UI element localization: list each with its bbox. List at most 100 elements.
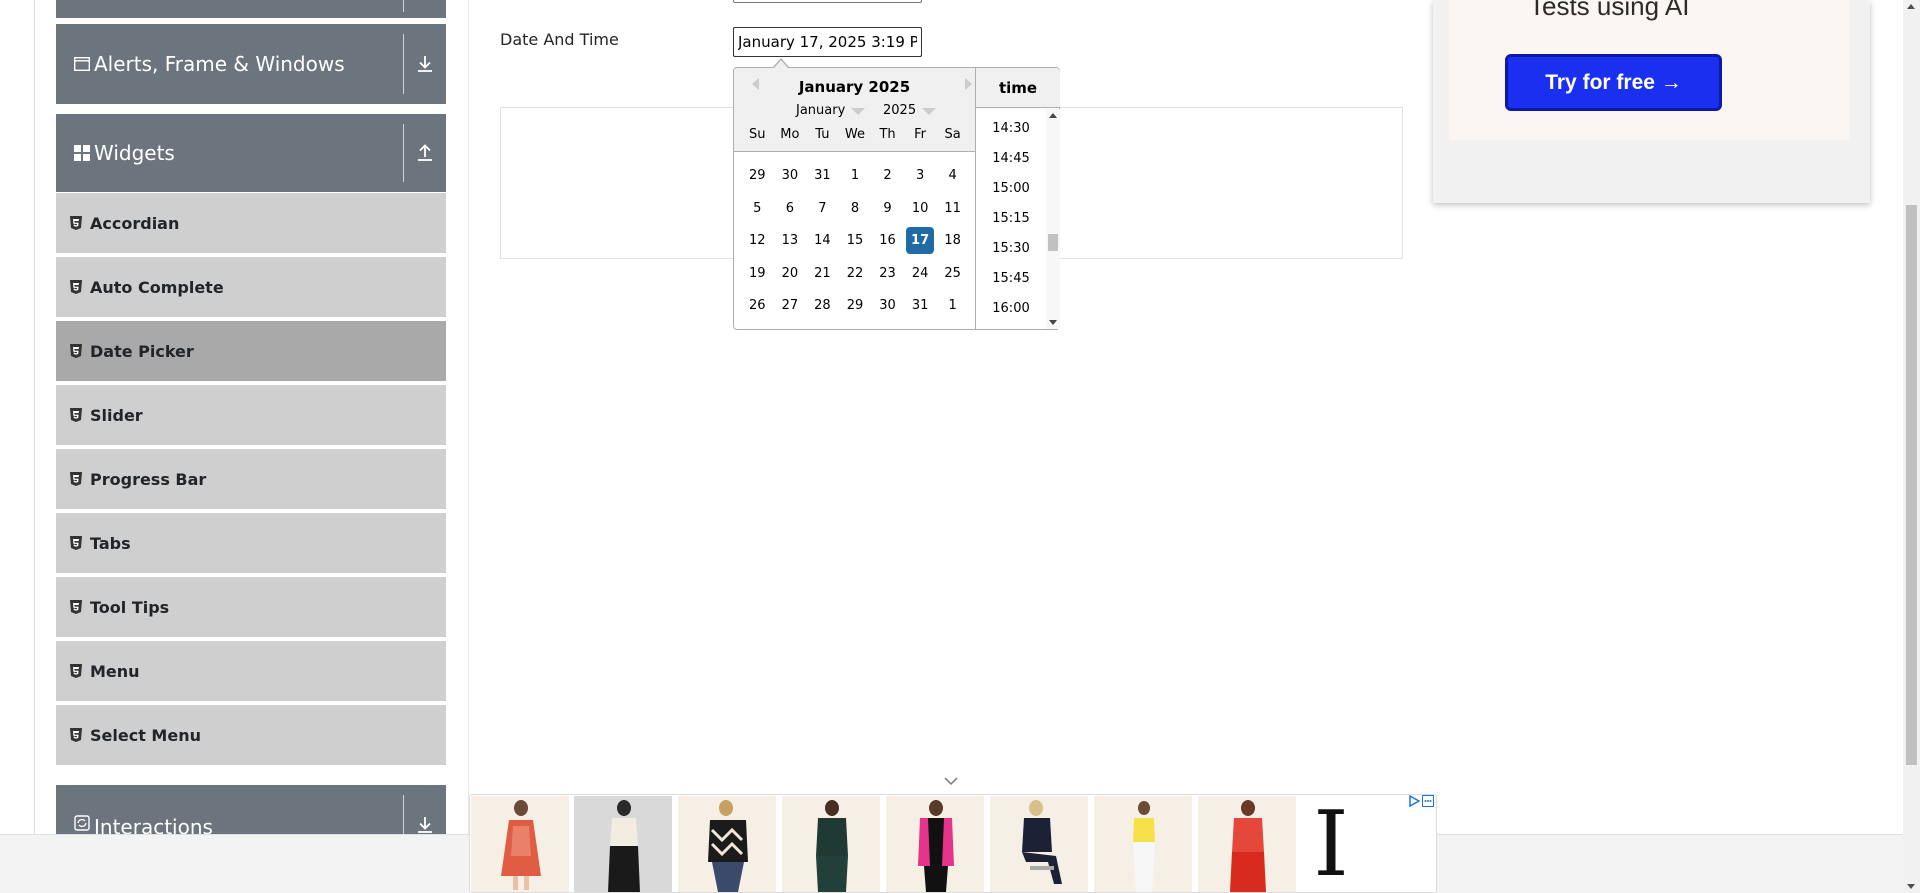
calendar-day[interactable]: 10 — [904, 195, 937, 222]
calendar-day[interactable]: 3 — [904, 162, 937, 189]
weekday-label: Mo — [780, 127, 800, 142]
sidebar-item-accordian[interactable]: Accordian — [56, 193, 446, 255]
calendar-day[interactable]: 31 — [806, 162, 839, 189]
calendar-day[interactable]: 7 — [806, 195, 839, 222]
sidebar-group-widgets[interactable]: Widgets — [56, 114, 446, 192]
product-photo-icon — [501, 800, 541, 890]
sidebar-item-tabs[interactable]: Tabs — [56, 513, 446, 575]
html5-icon — [70, 408, 82, 422]
calendar-day[interactable]: 22 — [839, 260, 872, 287]
sidebar-item-date-picker[interactable]: Date Picker — [56, 321, 446, 383]
calendar-day[interactable]: 27 — [774, 292, 807, 319]
calendar-day[interactable]: 24 — [904, 260, 937, 287]
product-image[interactable] — [1198, 796, 1298, 892]
calendar-day[interactable]: 19 — [741, 260, 774, 287]
product-image[interactable] — [471, 796, 571, 892]
time-list[interactable]: 14:30 14:45 15:00 15:15 15:30 15:45 16:0… — [976, 109, 1046, 329]
chevron-down-icon[interactable] — [944, 776, 958, 786]
widgets-icon — [74, 145, 90, 161]
calendar-day[interactable]: 31 — [904, 292, 937, 319]
ad-background: Tests using AI Try for free → — [1449, 0, 1849, 140]
product-image[interactable] — [1094, 796, 1194, 892]
sidebar-group-interactions[interactable]: Interactions — [56, 785, 446, 834]
time-scrollbar[interactable] — [1046, 109, 1060, 329]
scroll-up-icon[interactable] — [1049, 113, 1057, 118]
scroll-up-icon[interactable] — [1907, 4, 1915, 9]
time-option[interactable]: 15:45 — [976, 271, 1046, 286]
weekday-label: Tu — [815, 127, 830, 142]
adchoices-icon[interactable] — [1408, 795, 1434, 809]
calendar-day-selected[interactable]: 17 — [906, 227, 935, 254]
time-option[interactable]: 15:30 — [976, 241, 1046, 256]
scrollbar-thumb[interactable] — [1906, 205, 1917, 765]
calendar-week: 29 30 31 1 2 3 4 — [741, 162, 969, 195]
product-photo-icon — [708, 800, 748, 892]
calendar-day[interactable]: 20 — [774, 260, 807, 287]
download-arrow-icon[interactable] — [412, 51, 438, 77]
weekday-row: Su Mo Tu We Th Fr Sa — [741, 127, 969, 142]
calendar-day[interactable]: 15 — [839, 227, 872, 254]
calendar-day[interactable]: 29 — [839, 292, 872, 319]
product-image[interactable] — [574, 796, 674, 892]
sidebar-item-select-menu[interactable]: Select Menu — [56, 705, 446, 767]
date-time-input[interactable] — [733, 27, 922, 57]
calendar-day[interactable]: 30 — [871, 292, 904, 319]
sidebar-item-auto-complete[interactable]: Auto Complete — [56, 257, 446, 319]
page-scrollbar[interactable] — [1903, 0, 1920, 893]
download-arrow-icon[interactable] — [412, 812, 438, 834]
weekday-label: Fr — [914, 127, 927, 142]
calendar-day[interactable]: 21 — [806, 260, 839, 287]
date-input-above[interactable] — [733, 0, 922, 3]
product-image[interactable] — [782, 796, 882, 892]
calendar-day[interactable]: 28 — [806, 292, 839, 319]
calendar-day[interactable]: 8 — [839, 195, 872, 222]
calendar-day[interactable]: 23 — [871, 260, 904, 287]
sidebar-item-progress-bar[interactable]: Progress Bar — [56, 449, 446, 511]
time-option[interactable]: 15:15 — [976, 211, 1046, 226]
sidebar-item-tool-tips[interactable]: Tool Tips — [56, 577, 446, 639]
calendar-day[interactable]: 6 — [774, 195, 807, 222]
calendar-day[interactable]: 12 — [741, 227, 774, 254]
year-select[interactable]: 2025 — [883, 103, 937, 118]
calendar-day[interactable]: 25 — [936, 260, 969, 287]
sidebar: Alerts, Frame & Windows Widgets Accordia… — [56, 0, 446, 834]
sidebar-group-previous[interactable] — [56, 0, 446, 18]
calendar-day[interactable]: 1 — [936, 292, 969, 319]
sidebar-item-label: Slider — [90, 405, 143, 425]
time-option[interactable]: 14:45 — [976, 151, 1046, 166]
calendar-day[interactable]: 14 — [806, 227, 839, 254]
ad-banner[interactable]: Tests using AI Try for free → — [1433, 0, 1870, 203]
month-select[interactable]: January — [796, 103, 866, 118]
calendar-day[interactable]: 16 — [871, 227, 904, 254]
try-for-free-button[interactable]: Try for free → — [1505, 54, 1722, 111]
product-image[interactable] — [886, 796, 986, 892]
scrollbar-thumb[interactable] — [1048, 234, 1058, 251]
product-ad-strip[interactable]: I — [469, 794, 1437, 893]
scroll-down-icon[interactable] — [1049, 320, 1057, 325]
calendar: January 2025 January 2025 Su Mo Tu We Th… — [734, 68, 975, 329]
calendar-day[interactable]: 11 — [936, 195, 969, 222]
calendar-day[interactable]: 26 — [741, 292, 774, 319]
time-option[interactable]: 16:00 — [976, 301, 1046, 316]
calendar-day[interactable]: 29 — [741, 162, 774, 189]
divider — [403, 124, 404, 182]
calendar-day[interactable]: 18 — [936, 227, 969, 254]
content-divider — [468, 0, 469, 834]
time-option[interactable]: 14:30 — [976, 121, 1046, 136]
sidebar-item-slider[interactable]: Slider — [56, 385, 446, 447]
calendar-day[interactable]: 30 — [774, 162, 807, 189]
upload-arrow-icon[interactable] — [412, 140, 438, 166]
time-option[interactable]: 15:00 — [976, 181, 1046, 196]
calendar-day[interactable]: 4 — [936, 162, 969, 189]
calendar-day[interactable]: 2 — [871, 162, 904, 189]
product-image[interactable] — [678, 796, 778, 892]
calendar-day[interactable]: 1 — [839, 162, 872, 189]
calendar-day[interactable]: 9 — [871, 195, 904, 222]
sidebar-item-menu[interactable]: Menu — [56, 641, 446, 703]
calendar-day[interactable]: 5 — [741, 195, 774, 222]
brand-logo-icon[interactable]: I — [1306, 800, 1356, 890]
product-image[interactable] — [990, 796, 1090, 892]
scroll-down-icon[interactable] — [1907, 884, 1915, 889]
sidebar-group-alerts[interactable]: Alerts, Frame & Windows — [56, 24, 446, 104]
calendar-day[interactable]: 13 — [774, 227, 807, 254]
